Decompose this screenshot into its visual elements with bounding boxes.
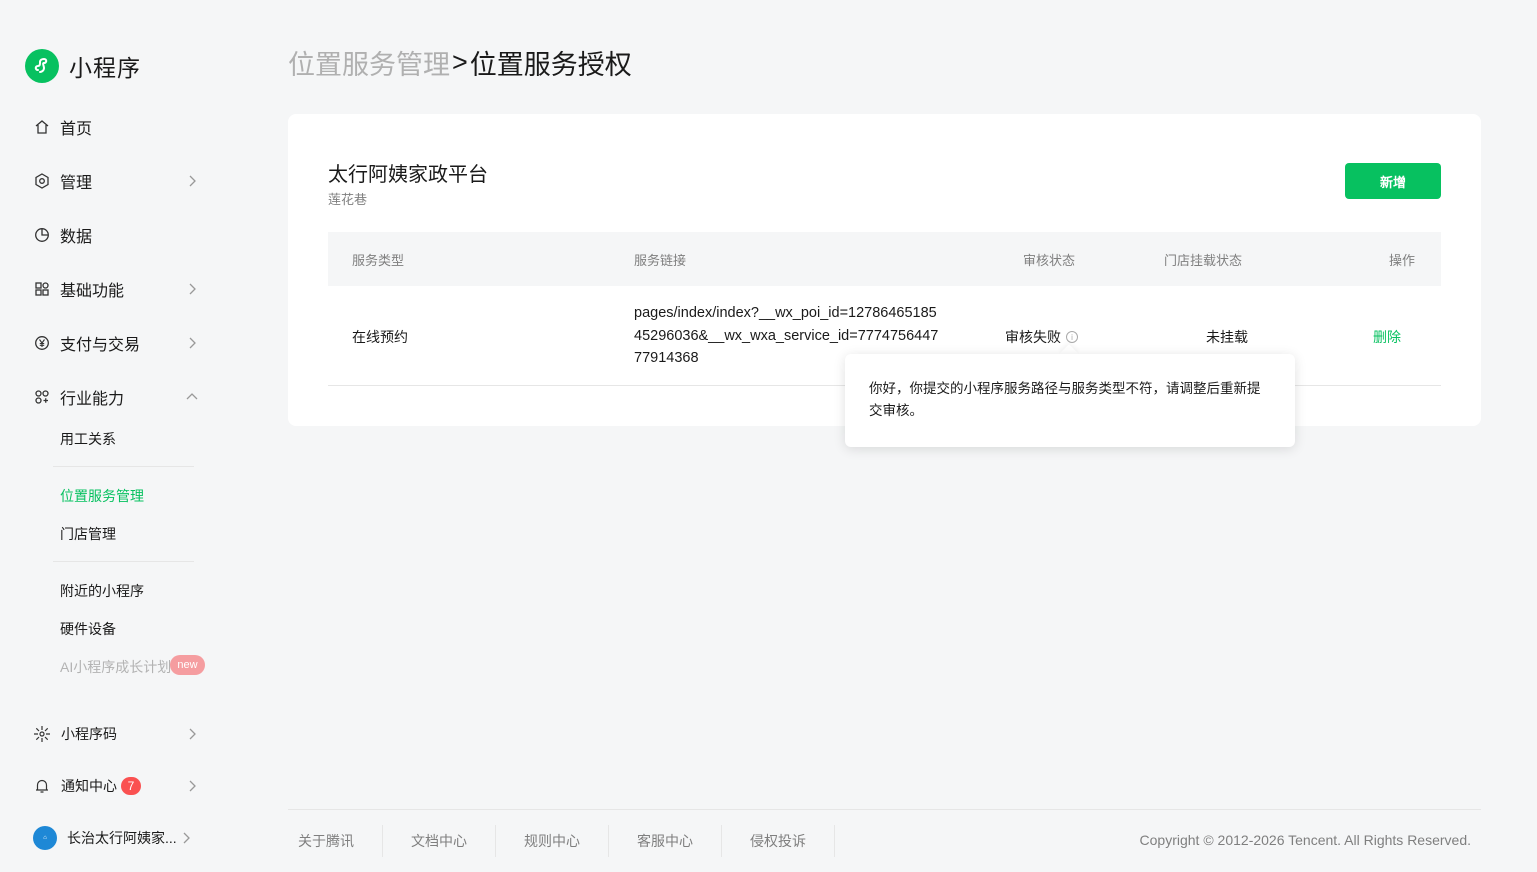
sidebar-item-label: 行业能力 bbox=[60, 391, 125, 408]
chevron-right-icon bbox=[189, 728, 196, 740]
sidebar-item-manage[interactable]: 管理 bbox=[33, 166, 203, 196]
account-name: 长治太行阿姨家... bbox=[67, 830, 177, 846]
chevron-right-icon bbox=[189, 283, 196, 295]
bell-icon bbox=[33, 777, 51, 795]
footer-links: 关于腾讯 文档中心 规则中心 客服中心 侵权投诉 bbox=[288, 825, 835, 857]
add-button[interactable]: 新增 bbox=[1345, 163, 1441, 199]
chart-icon bbox=[33, 226, 51, 244]
sidebar-item-basic-functions[interactable]: 基础功能 bbox=[33, 274, 203, 304]
mini-program-logo-icon bbox=[25, 49, 59, 83]
chevron-right-icon bbox=[189, 337, 196, 349]
header-review-status: 审核状态 bbox=[1023, 253, 1076, 268]
sidebar-subitem-ai-growth[interactable]: AI小程序成长计划 bbox=[60, 657, 171, 677]
home-icon bbox=[33, 118, 51, 136]
header-service-type: 服务类型 bbox=[352, 253, 405, 268]
industry-icon bbox=[33, 388, 51, 406]
tooltip-text: 你好，你提交的小程序服务路径与服务类型不符，请调整后重新提交审核。 bbox=[869, 381, 1261, 418]
sidebar-item-industry[interactable]: 行业能力 bbox=[33, 382, 203, 412]
logo[interactable]: 小程序 bbox=[25, 49, 141, 83]
service-type-cell: 在线预约 bbox=[352, 329, 408, 345]
footer-link-about[interactable]: 关于腾讯 bbox=[288, 825, 383, 857]
footer-link-complaint[interactable]: 侵权投诉 bbox=[722, 825, 835, 857]
info-icon[interactable]: i bbox=[1066, 331, 1078, 343]
review-failed-tooltip: 你好，你提交的小程序服务路径与服务类型不符，请调整后重新提交审核。 bbox=[845, 354, 1295, 447]
breadcrumb-parent[interactable]: 位置服务管理 bbox=[288, 43, 450, 82]
sidebar-item-home[interactable]: 首页 bbox=[33, 112, 203, 142]
yuan-icon bbox=[33, 334, 51, 352]
settings-icon bbox=[33, 172, 51, 190]
delete-link[interactable]: 删除 bbox=[1373, 327, 1401, 347]
sidebar-item-label: 管理 bbox=[60, 175, 93, 192]
sidebar: 小程序 首页 管理 数据 基础功能 支付与交易 行业能力 用工关系 位置服务管理… bbox=[0, 0, 232, 872]
footer-link-support[interactable]: 客服中心 bbox=[609, 825, 722, 857]
chevron-right-icon bbox=[189, 175, 196, 187]
sidebar-item-label: 数据 bbox=[60, 229, 93, 246]
sidebar-item-label: 支付与交易 bbox=[60, 337, 141, 354]
qrcode-icon bbox=[33, 725, 51, 743]
sidebar-item-label: 通知中心 bbox=[61, 778, 117, 794]
sidebar-account[interactable]: ⌂ 长治太行阿姨家... bbox=[33, 823, 203, 853]
sidebar-item-notice[interactable]: 通知中心 7 bbox=[33, 771, 203, 801]
notice-count-badge: 7 bbox=[121, 777, 141, 795]
divider bbox=[53, 466, 194, 467]
sidebar-item-data[interactable]: 数据 bbox=[33, 220, 203, 250]
footer-link-docs[interactable]: 文档中心 bbox=[383, 825, 496, 857]
divider bbox=[53, 561, 194, 562]
breadcrumb-separator: > bbox=[452, 47, 468, 77]
header-action: 操作 bbox=[1389, 253, 1416, 268]
avatar: ⌂ bbox=[33, 826, 57, 850]
footer-divider bbox=[288, 809, 1481, 810]
apps-icon bbox=[33, 280, 51, 298]
page-title: 位置服务授权 bbox=[469, 50, 632, 80]
chevron-right-icon bbox=[183, 832, 190, 844]
review-status-cell: 审核失败 i bbox=[1005, 327, 1078, 347]
footer-link-rules[interactable]: 规则中心 bbox=[496, 825, 609, 857]
sidebar-item-label: 小程序码 bbox=[61, 726, 117, 742]
sidebar-subitem-employment[interactable]: 用工关系 bbox=[60, 429, 116, 449]
sidebar-subitem-store[interactable]: 门店管理 bbox=[60, 524, 116, 544]
header-service-link: 服务链接 bbox=[634, 253, 687, 268]
chevron-up-icon bbox=[186, 393, 198, 400]
breadcrumb: 位置服务管理 > 位置服务授权 bbox=[288, 43, 632, 82]
header-mount-status: 门店挂载状态 bbox=[1164, 253, 1243, 268]
store-address: 莲花巷 bbox=[328, 192, 368, 207]
new-badge: new bbox=[170, 655, 205, 675]
review-status-text: 审核失败 bbox=[1005, 329, 1061, 345]
sidebar-subitem-hardware[interactable]: 硬件设备 bbox=[60, 619, 116, 639]
table-header: 服务类型 服务链接 审核状态 门店挂载状态 操作 bbox=[328, 232, 1441, 286]
copyright: Copyright © 2012-2026 Tencent. All Right… bbox=[1139, 832, 1471, 848]
store-name: 太行阿姨家政平台 bbox=[328, 164, 488, 186]
sidebar-item-qrcode[interactable]: 小程序码 bbox=[33, 719, 203, 749]
sidebar-item-label: 基础功能 bbox=[60, 283, 125, 300]
chevron-right-icon bbox=[189, 780, 196, 792]
sidebar-item-label: 首页 bbox=[60, 121, 93, 138]
sidebar-subitem-nearby[interactable]: 附近的小程序 bbox=[60, 581, 144, 601]
sidebar-item-payment[interactable]: 支付与交易 bbox=[33, 328, 203, 358]
brand-name: 小程序 bbox=[69, 55, 141, 81]
mount-status-cell: 未挂载 bbox=[1206, 329, 1248, 345]
sidebar-subitem-location-service[interactable]: 位置服务管理 bbox=[60, 486, 144, 506]
